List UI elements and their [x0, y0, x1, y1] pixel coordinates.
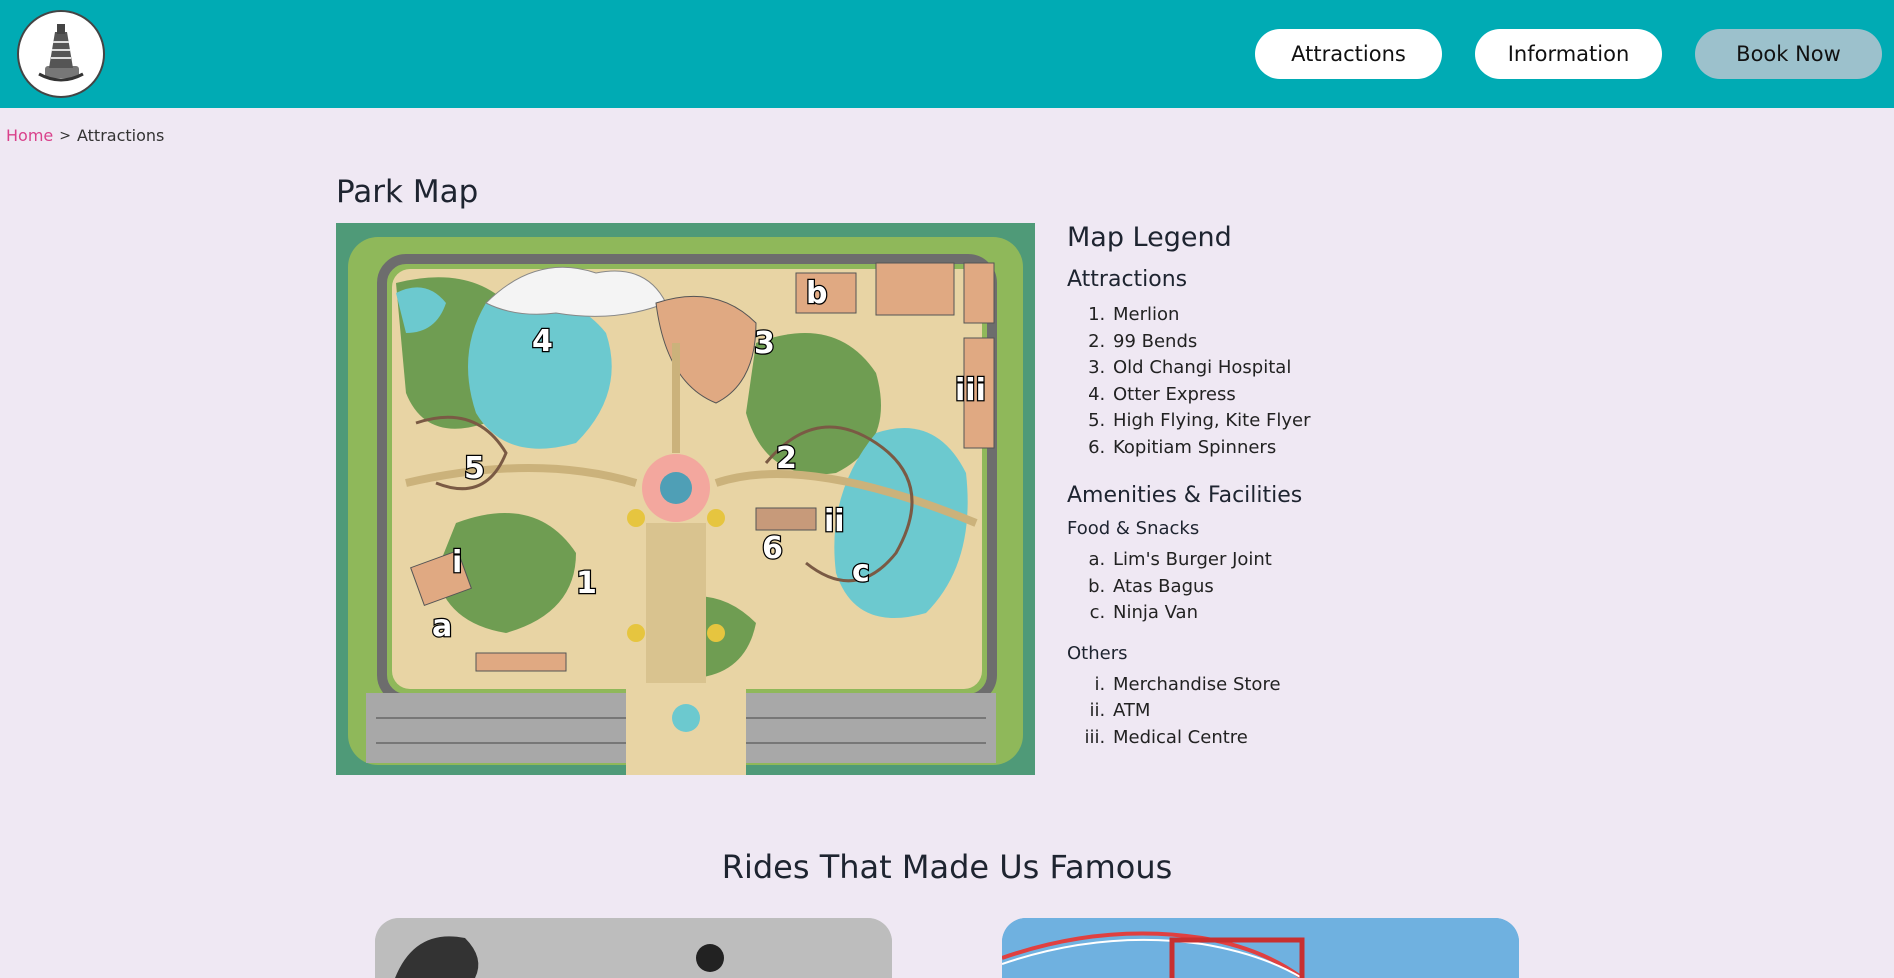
map-marker-i: i: [452, 545, 462, 580]
map-marker-5: 5: [464, 451, 485, 486]
attraction-item: Merlion: [1111, 302, 1427, 329]
breadcrumb-home-link[interactable]: Home: [6, 126, 53, 145]
nav-information-button[interactable]: Information: [1475, 29, 1662, 79]
nav-attractions-button[interactable]: Attractions: [1255, 29, 1442, 79]
attraction-item: 99 Bends: [1111, 329, 1427, 356]
breadcrumb-separator: >: [59, 127, 71, 144]
map-marker-2: 2: [776, 441, 797, 476]
map-marker-iii: iii: [955, 373, 986, 408]
park-logo-icon[interactable]: [17, 10, 105, 98]
food-item: Lim's Burger Joint: [1111, 547, 1427, 574]
map-marker-c: c: [852, 554, 870, 589]
food-item: Atas Bagus: [1111, 574, 1427, 601]
attractions-list: Merlion 99 Bends Old Changi Hospital Ott…: [1067, 302, 1427, 461]
breadcrumb: Home > Attractions: [6, 126, 164, 145]
attraction-item: Kopitiam Spinners: [1111, 435, 1427, 462]
amenities-heading: Amenities & Facilities: [1067, 483, 1303, 508]
map-marker-a: a: [432, 609, 452, 644]
park-map-title: Park Map: [336, 174, 479, 210]
map-marker-3: 3: [754, 326, 775, 361]
food-list: Lim's Burger Joint Atas Bagus Ninja Van: [1067, 547, 1427, 627]
map-marker-4: 4: [532, 324, 553, 359]
others-item: Merchandise Store: [1111, 672, 1427, 699]
map-marker-6: 6: [762, 531, 783, 566]
map-legend: Map Legend Attractions Merlion 99 Bends …: [1067, 222, 1427, 751]
others-list: Merchandise Store ATM Medical Centre: [1067, 672, 1427, 752]
food-item: Ninja Van: [1111, 600, 1427, 627]
rides-section-title: Rides That Made Us Famous: [721, 848, 1173, 886]
attraction-item: High Flying, Kite Flyer: [1111, 408, 1427, 435]
ride-card-photo[interactable]: [375, 918, 892, 978]
others-heading: Others: [1067, 642, 1128, 664]
attraction-item: Otter Express: [1111, 382, 1427, 409]
map-marker-1: 1: [576, 566, 597, 601]
attractions-heading: Attractions: [1067, 267, 1188, 292]
map-legend-title: Map Legend: [1067, 222, 1232, 253]
park-map-image: 4 3 2 5 6 1 b c a i ii iii: [336, 223, 1035, 775]
food-snacks-heading: Food & Snacks: [1067, 518, 1200, 539]
breadcrumb-current: Attractions: [76, 126, 165, 145]
map-marker-b: b: [806, 276, 827, 311]
attraction-item: Old Changi Hospital: [1111, 355, 1427, 382]
book-now-button[interactable]: Book Now: [1695, 29, 1882, 79]
others-item: ATM: [1111, 698, 1427, 725]
map-marker-ii: ii: [824, 504, 845, 539]
others-item: Medical Centre: [1111, 725, 1427, 752]
top-navigation-bar: Attractions Information Book Now: [0, 0, 1894, 108]
ride-card-photo[interactable]: [1002, 918, 1519, 978]
